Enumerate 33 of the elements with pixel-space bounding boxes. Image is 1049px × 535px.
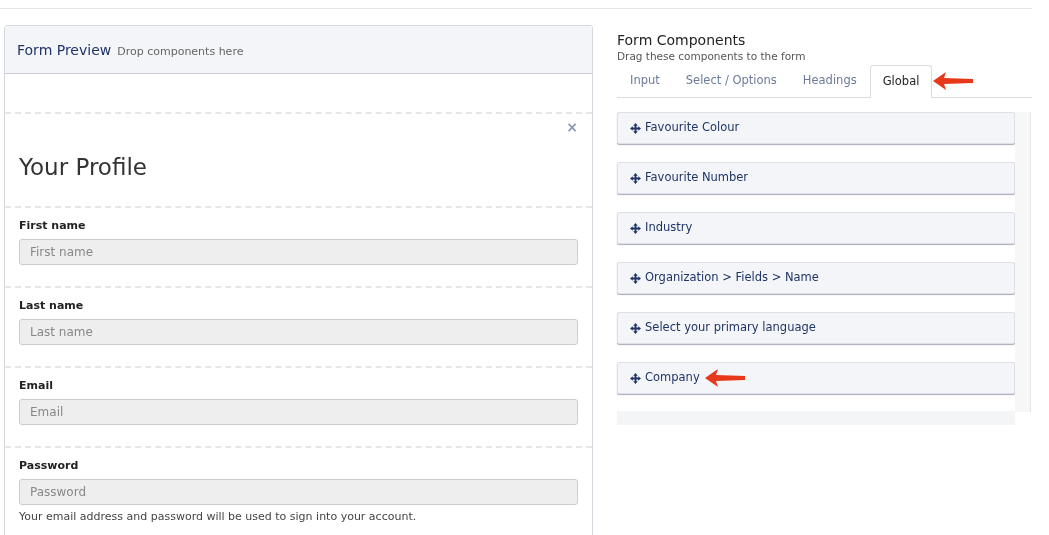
move-icon (630, 322, 641, 334)
component-label: Favourite Colour (645, 119, 740, 137)
tab[interactable]: Global (869, 65, 933, 98)
move-icon (630, 222, 641, 234)
component-label: Industry (645, 219, 693, 237)
help-text: Your email address and password will be used to sign into your account. (19, 508, 418, 525)
move-icon (630, 272, 641, 284)
field-label: First name (19, 218, 87, 234)
tab[interactable]: Select / Options (672, 65, 790, 97)
panel-subtitle: Drag these components to the form (617, 49, 807, 63)
component-label: Favourite Number (645, 169, 749, 187)
field-label: Email (19, 378, 54, 394)
field-label: Password (19, 458, 80, 474)
panel-title: Form Preview (17, 41, 112, 60)
move-icon (630, 372, 641, 384)
component-item[interactable]: Organization > Fields > Name (617, 262, 1015, 294)
tab[interactable]: Headings (789, 65, 870, 97)
component-item[interactable]: Company (617, 362, 1015, 394)
panel-title: Form Components (617, 31, 747, 49)
component-label: Select your primary language (645, 319, 816, 337)
component-item[interactable]: Favourite Colour (617, 112, 1015, 144)
move-icon (630, 172, 641, 184)
move-icon (630, 122, 641, 134)
component-item[interactable]: Favourite Number (617, 162, 1015, 194)
tab[interactable]: Input (617, 65, 673, 97)
form-heading: Your Profile (19, 153, 148, 182)
panel-subtitle: Drop components here (117, 44, 244, 60)
field-label: Last name (19, 298, 85, 314)
component-item[interactable]: Industry (617, 212, 1015, 244)
component-item[interactable]: Select your primary language (617, 312, 1015, 344)
scrollbar-track[interactable] (1015, 112, 1031, 412)
component-label: Organization > Fields > Name (645, 269, 819, 287)
component-label: Company (645, 369, 700, 387)
